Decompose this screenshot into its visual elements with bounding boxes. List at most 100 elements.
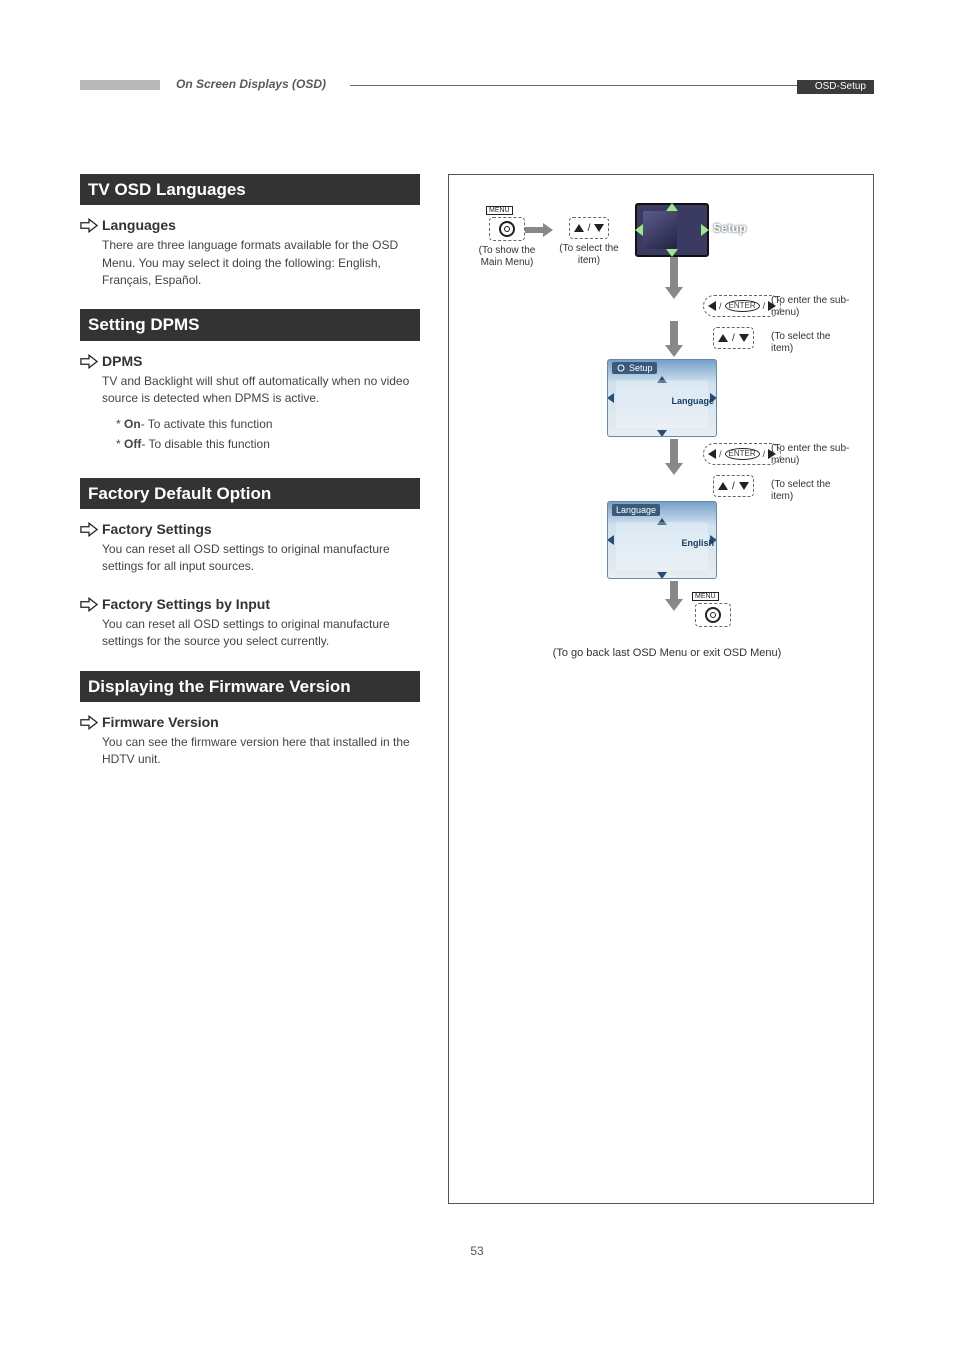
subheading-firmware: Firmware Version [80, 714, 420, 730]
arrow-right-icon [525, 225, 553, 235]
page-number: 53 [80, 1244, 874, 1258]
bullet-prefix: * [116, 437, 124, 451]
flow-updown-key-3: / [713, 475, 754, 497]
bullet-prefix: * [116, 417, 124, 431]
up-down-button-icon: / [713, 475, 754, 497]
menu-button-icon: MENU [695, 603, 731, 627]
flow-enter-key-1: /ENTER/ [703, 295, 781, 317]
dpms-bullets: * On- To activate this function * Off- T… [80, 415, 420, 453]
manual-page: On Screen Displays (OSD) OSD-Setup TV OS… [0, 0, 954, 1298]
tile-side-language: Language [671, 396, 714, 406]
circle-icon [499, 221, 515, 237]
caption-select-item-2: (To select the item) [771, 331, 855, 355]
subheading-dpms-label: DPMS [102, 353, 142, 369]
caption-go-back-text: (To go back last OSD Menu or exit OSD Me… [537, 647, 797, 659]
subheading-firmware-label: Firmware Version [102, 714, 219, 730]
up-down-button-icon: / [713, 327, 754, 349]
up-down-button-icon: / [569, 217, 610, 239]
caption-show-main: (To show the Main Menu) [477, 245, 537, 269]
arrow-down-icon [667, 321, 681, 357]
header-breadcrumb: On Screen Displays (OSD) [176, 77, 326, 91]
subheading-factory-by-input-label: Factory Settings by Input [102, 596, 270, 612]
tile-tab-setup: Setup [612, 362, 657, 374]
header-rule [350, 85, 874, 86]
subheading-languages: Languages [80, 217, 420, 233]
caption-select-item-3: (To select the item) [771, 479, 855, 503]
chevron-right-icon [80, 218, 96, 232]
header-accent-block [80, 80, 160, 90]
caption-select-item-1: (To select the item) [559, 243, 619, 267]
body-factory-by-input: You can reset all OSD settings to origin… [80, 616, 420, 651]
tv-screen-icon [635, 203, 709, 257]
triangle-up-icon [718, 334, 728, 342]
triangle-left-icon [708, 449, 716, 459]
subheading-factory-by-input: Factory Settings by Input [80, 596, 420, 612]
bullet-rest: - To activate this function [141, 417, 273, 431]
chevron-right-icon [80, 597, 96, 611]
page-header: On Screen Displays (OSD) OSD-Setup [80, 80, 874, 104]
osd-menu-tile-icon: Setup Language [607, 359, 717, 437]
body-factory-settings: You can reset all OSD settings to origin… [80, 541, 420, 576]
tv-setup-label: Setup [713, 221, 746, 235]
section-title-factory-default: Factory Default Option [80, 478, 420, 509]
subheading-dpms: DPMS [80, 353, 420, 369]
triangle-left-icon [708, 301, 716, 311]
subheading-languages-label: Languages [102, 217, 176, 233]
chevron-right-icon [80, 354, 96, 368]
bullet-rest: - To disable this function [141, 437, 270, 451]
triangle-down-icon [739, 334, 749, 342]
subheading-factory-settings: Factory Settings [80, 521, 420, 537]
right-column-flow-panel: MENU (To show the Main Menu) / (To selec… [448, 174, 874, 1204]
header-section-tab: OSD-Setup [797, 80, 874, 94]
arrow-down-icon [667, 257, 681, 299]
section-title-firmware: Displaying the Firmware Version [80, 671, 420, 702]
content-columns: TV OSD Languages Languages There are thr… [80, 174, 874, 1204]
flow-menu-language-tile: Language English [607, 501, 717, 579]
flow-arrow-down-1 [667, 257, 681, 299]
flow-tv-setup [635, 203, 709, 257]
tile-tab-setup-label: Setup [629, 363, 653, 373]
flow-updown-key-1: / (To select the item) [559, 217, 619, 267]
flow-enter-key-2: /ENTER/ [703, 443, 781, 465]
arrow-down-icon [667, 439, 681, 475]
left-enter-right-button-icon: /ENTER/ [703, 443, 781, 465]
circle-icon [705, 607, 721, 623]
menu-key-label: MENU [486, 206, 513, 215]
dpms-bullet-off: * Off- To disable this function [116, 435, 420, 454]
menu-button-icon: MENU [489, 217, 525, 241]
caption-enter-sub-1: (To enter the sub-menu) [771, 295, 851, 319]
tile-side-english: English [681, 538, 714, 548]
chevron-right-icon [80, 715, 96, 729]
header-section-tab-label: OSD-Setup [815, 81, 866, 92]
osd-navigation-flow: MENU (To show the Main Menu) / (To selec… [467, 201, 855, 731]
flow-menu-setup-tile: Setup Language [607, 359, 717, 437]
section-title-setting-dpms: Setting DPMS [80, 309, 420, 340]
caption-go-back: (To go back last OSD Menu or exit OSD Me… [537, 641, 797, 659]
flow-arrow-down-3 [667, 439, 681, 475]
subheading-factory-settings-label: Factory Settings [102, 521, 212, 537]
caption-enter-sub-2: (To enter the sub-menu) [771, 443, 851, 467]
triangle-up-icon [574, 224, 584, 232]
chevron-right-icon [80, 522, 96, 536]
tile-tab-language-label: Language [616, 505, 656, 515]
flow-menu-key-end: MENU [695, 603, 731, 627]
flow-arrow-down-2 [667, 321, 681, 357]
arrow-down-icon [667, 581, 681, 611]
triangle-down-icon [594, 224, 604, 232]
left-column: TV OSD Languages Languages There are thr… [80, 174, 420, 1204]
body-firmware: You can see the firmware version here th… [80, 734, 420, 769]
dpms-bullet-on: * On- To activate this function [116, 415, 420, 434]
body-dpms: TV and Backlight will shut off automatic… [80, 373, 420, 408]
flow-arrow-down-4 [667, 581, 681, 611]
osd-menu-tile-icon: Language English [607, 501, 717, 579]
left-enter-right-button-icon: /ENTER/ [703, 295, 781, 317]
enter-pill-icon: ENTER [725, 448, 760, 460]
triangle-up-icon [718, 482, 728, 490]
menu-key-label: MENU [692, 592, 719, 601]
flow-arrow-right-1 [525, 225, 553, 235]
section-title-tv-osd-languages: TV OSD Languages [80, 174, 420, 205]
tile-tab-language: Language [612, 504, 660, 516]
body-languages: There are three language formats availab… [80, 237, 420, 289]
bullet-strong: Off [124, 437, 141, 451]
gear-icon [616, 363, 626, 373]
